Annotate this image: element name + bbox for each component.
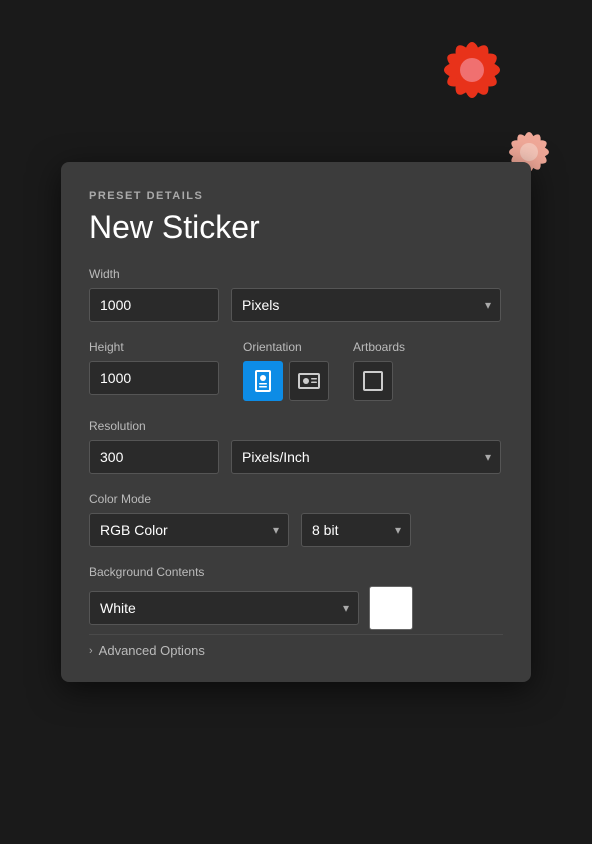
red-flower-decoration: [412, 10, 532, 130]
bg-contents-row: White Black Background Color Transparent…: [89, 586, 503, 630]
color-mode-label: Color Mode: [89, 492, 503, 506]
bg-contents-selector[interactable]: White Black Background Color Transparent…: [89, 591, 359, 625]
color-mode-selector[interactable]: RGB Color CMYK Color Grayscale ▾: [89, 513, 289, 547]
portrait-orientation-button[interactable]: [243, 361, 283, 401]
advanced-options-chevron-icon: ›: [89, 645, 93, 657]
height-label: Height: [89, 340, 219, 354]
resolution-field-group: [89, 440, 219, 474]
height-field-group: Height: [89, 340, 219, 395]
artboards-icon: [363, 371, 383, 391]
resolution-unit-selector[interactable]: Pixels/Inch Pixels/Centimeter ▾: [231, 440, 501, 474]
resolution-input[interactable]: [89, 440, 219, 474]
orientation-label: Orientation: [243, 340, 329, 354]
bit-depth-selector[interactable]: 8 bit 16 bit 32 bit ▾: [301, 513, 411, 547]
advanced-options-toggle[interactable]: › Advanced Options: [89, 634, 503, 658]
width-input[interactable]: [89, 288, 219, 322]
color-mode-select[interactable]: RGB Color CMYK Color Grayscale: [89, 513, 289, 547]
width-label: Width: [89, 267, 503, 281]
resolution-label: Resolution: [89, 419, 503, 433]
artboards-group: Artboards: [353, 340, 405, 401]
bg-contents-select[interactable]: White Black Background Color Transparent: [89, 591, 359, 625]
width-unit-select[interactable]: Pixels Inches Centimeters Millimeters: [231, 288, 501, 322]
advanced-options-label: Advanced Options: [99, 643, 205, 658]
page-title: New Sticker: [89, 210, 503, 245]
portrait-icon: [254, 370, 272, 392]
landscape-orientation-button[interactable]: [289, 361, 329, 401]
bit-depth-select[interactable]: 8 bit 16 bit 32 bit: [301, 513, 411, 547]
orientation-group: Orientation: [243, 340, 329, 401]
artboards-label: Artboards: [353, 340, 405, 354]
preset-section-label: PRESET DETAILS: [89, 190, 503, 202]
landscape-icon: [298, 372, 320, 390]
width-field-group: [89, 288, 219, 322]
artboards-button[interactable]: [353, 361, 393, 401]
width-unit-selector[interactable]: Pixels Inches Centimeters Millimeters ▾: [231, 288, 501, 322]
bg-contents-label: Background Contents: [89, 565, 503, 579]
height-input[interactable]: [89, 361, 219, 395]
background-color-swatch[interactable]: [369, 586, 413, 630]
preset-details-panel: PRESET DETAILS New Sticker Width Pixels …: [61, 162, 531, 682]
resolution-unit-select[interactable]: Pixels/Inch Pixels/Centimeter: [231, 440, 501, 474]
